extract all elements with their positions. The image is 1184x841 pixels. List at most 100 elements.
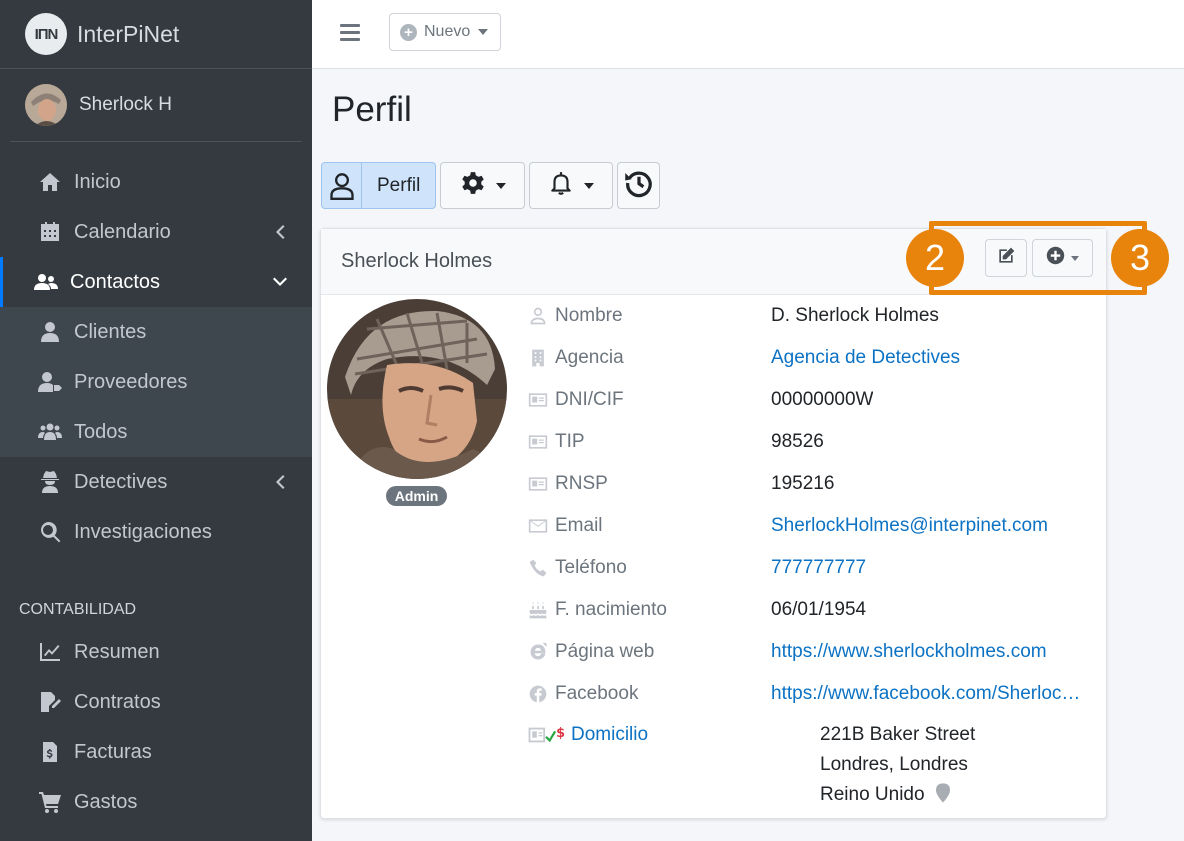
profile-card: Sherlock Holmes Admin Nombre D. Sherlock… xyxy=(320,228,1107,819)
sidebar-item-label: Todos xyxy=(74,420,128,443)
avatar xyxy=(25,84,67,126)
sidebar-item-calendario[interactable]: Calendario xyxy=(0,207,312,257)
chevron-down-icon xyxy=(270,272,290,292)
browser-e-icon xyxy=(527,641,549,663)
value-nacimiento: 06/01/1954 xyxy=(771,599,867,620)
chart-line-icon xyxy=(37,639,63,665)
user-tie-icon xyxy=(37,319,63,345)
building-icon xyxy=(527,347,549,369)
caret-down-icon xyxy=(478,29,489,35)
link-agencia[interactable]: Agencia de Detectives xyxy=(771,343,960,373)
link-pagina-web[interactable]: https://www.sherlockholmes.com xyxy=(771,637,1047,667)
field-pagina-web: Página web xyxy=(527,637,654,667)
sidebar-item-label: Gastos xyxy=(74,790,138,813)
plus-circle-icon: + xyxy=(400,23,417,41)
caret-down-icon xyxy=(495,182,506,189)
sidebar-item-contratos[interactable]: Contratos xyxy=(0,677,312,727)
sidebar-item-proveedores[interactable]: Proveedores xyxy=(0,357,312,407)
sidebar-item-todos[interactable]: Todos xyxy=(0,407,312,457)
value-dni: 00000000W xyxy=(771,389,874,410)
user-icon xyxy=(527,305,549,327)
sidebar-item-label: Clientes xyxy=(74,320,147,343)
chevron-left-icon xyxy=(270,472,290,492)
notifications-dropdown-button[interactable] xyxy=(529,162,613,209)
user-panel[interactable]: Sherlock H xyxy=(10,69,302,142)
profile-photo xyxy=(327,299,507,479)
sidebar: IПN InterPiNet Sherlock H Inicio Calenda… xyxy=(0,0,312,841)
field-facebook: Facebook xyxy=(527,679,638,709)
brand-logo: IПN xyxy=(25,13,67,55)
brand-link[interactable]: IПN InterPiNet xyxy=(0,0,312,69)
sidebar-item-facturas[interactable]: Facturas xyxy=(0,727,312,777)
facebook-icon xyxy=(527,683,549,705)
sidebar-item-detectives[interactable]: Detectives xyxy=(0,457,312,507)
tab-perfil-label: Perfil xyxy=(377,174,421,196)
id-card-icon xyxy=(527,473,549,495)
sidebar-item-resumen[interactable]: Resumen xyxy=(0,627,312,677)
topbar: + Nuevo xyxy=(312,0,1184,69)
field-tip: TIP xyxy=(527,427,585,457)
user-secret-icon xyxy=(37,469,63,495)
menu-toggle-icon[interactable] xyxy=(340,24,360,44)
role-badge: Admin xyxy=(386,486,447,506)
section-header-contabilidad: CONTABILIDAD xyxy=(19,601,137,618)
sidebar-nav: Inicio Calendario Contactos Clientes Pro… xyxy=(0,157,312,827)
address-verified-icon: $ xyxy=(527,724,565,746)
svg-text:$: $ xyxy=(556,726,565,741)
field-nacimiento: F. nacimiento xyxy=(527,595,667,625)
address-line-3: Reino Unido xyxy=(820,780,950,813)
home-icon xyxy=(37,169,63,195)
tab-perfil[interactable]: Perfil xyxy=(321,162,436,209)
link-facebook[interactable]: https://www.facebook.com/Sherloc… xyxy=(771,679,1080,709)
field-rnsp: RNSP xyxy=(527,469,608,499)
sidebar-item-label: Calendario xyxy=(74,220,171,243)
calendar-icon xyxy=(37,219,63,245)
sidebar-item-contactos[interactable]: Contactos xyxy=(0,257,312,307)
history-button[interactable] xyxy=(617,162,660,209)
value-nombre: D. Sherlock Holmes xyxy=(771,305,939,326)
link-telefono[interactable]: 777777777 xyxy=(771,553,866,583)
users-group-icon xyxy=(37,419,63,445)
file-signature-icon xyxy=(37,689,63,715)
sidebar-item-label: Contactos xyxy=(70,270,161,293)
sidebar-item-clientes[interactable]: Clientes xyxy=(0,307,312,357)
chevron-left-icon xyxy=(270,222,290,242)
field-dni: DNI/CIF xyxy=(527,385,624,415)
step-marker-3: 3 xyxy=(1111,229,1169,287)
phone-icon xyxy=(527,557,549,579)
field-domicilio: $ Domicilio xyxy=(527,720,648,750)
sidebar-item-gastos[interactable]: Gastos xyxy=(0,777,312,827)
bell-icon xyxy=(548,170,574,201)
birthday-cake-icon xyxy=(527,599,549,621)
sidebar-item-label: Inicio xyxy=(74,170,121,193)
history-icon xyxy=(624,168,654,203)
gear-icon xyxy=(460,170,486,201)
sidebar-item-label: Investigaciones xyxy=(74,520,212,543)
field-telefono: Teléfono xyxy=(527,553,627,583)
link-email[interactable]: SherlockHolmes@interpinet.com xyxy=(771,511,1048,541)
sidebar-item-label: Proveedores xyxy=(74,370,188,393)
page-title: Perfil xyxy=(332,90,412,129)
id-card-icon xyxy=(527,431,549,453)
field-nombre: Nombre xyxy=(527,301,623,331)
domicilio-link[interactable]: Domicilio xyxy=(571,724,648,746)
user-outline-icon xyxy=(322,163,362,208)
sidebar-item-label: Detectives xyxy=(74,470,168,493)
brand-name: InterPiNet xyxy=(77,20,180,47)
address-line-2: Londres, Londres xyxy=(820,754,968,775)
step-marker-2: 2 xyxy=(906,229,964,287)
sidebar-item-investigaciones[interactable]: Investigaciones xyxy=(0,507,312,557)
profile-tabs: Perfil xyxy=(321,162,664,209)
search-icon xyxy=(37,519,63,545)
field-agencia: Agencia xyxy=(527,343,624,373)
new-button-label: Nuevo xyxy=(424,23,471,40)
settings-dropdown-button[interactable] xyxy=(440,162,525,209)
map-marker-icon[interactable] xyxy=(935,783,950,813)
user-name: Sherlock H xyxy=(79,94,172,115)
contactos-submenu: Clientes Proveedores Todos xyxy=(0,307,312,457)
value-tip: 98526 xyxy=(771,431,824,452)
sidebar-item-inicio[interactable]: Inicio xyxy=(0,157,312,207)
new-dropdown-button[interactable]: + Nuevo xyxy=(389,13,501,51)
sidebar-item-label: Facturas xyxy=(74,740,152,763)
sidebar-item-label: Resumen xyxy=(74,640,160,663)
